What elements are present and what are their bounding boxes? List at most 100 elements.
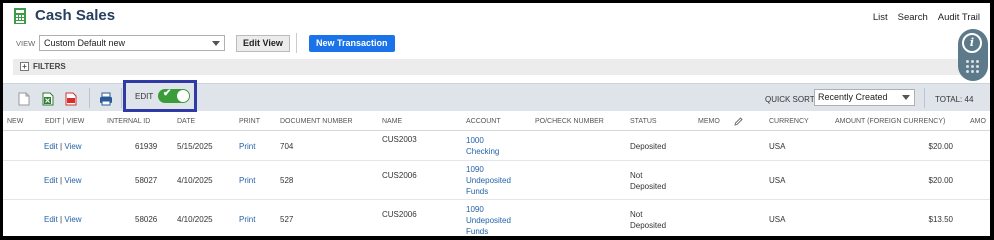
customer-name: CUS2003 [382, 135, 417, 144]
excel-export-icon[interactable] [42, 92, 54, 106]
account-line: 1090 [466, 205, 484, 214]
separator: | [60, 142, 63, 151]
account-link[interactable]: 1090 Undeposited Funds [466, 164, 511, 197]
customer-name: CUS2006 [382, 210, 417, 219]
table-row: Edit | View 58026 4/10/2025 Print 527 CU… [3, 200, 990, 236]
info-icon[interactable]: i [962, 33, 982, 53]
print-link[interactable]: Print [239, 176, 255, 185]
edit-link[interactable]: Edit [44, 142, 58, 151]
pdf-export-icon[interactable] [65, 92, 77, 106]
customer-name: CUS2006 [382, 171, 417, 180]
help-widget[interactable]: i [958, 29, 988, 81]
view-select-value: Custom Default new [44, 38, 126, 48]
table-row: Edit | View 61939 5/15/2025 Print 704 CU… [3, 131, 990, 161]
currency: USA [769, 176, 786, 185]
column-header-name[interactable]: NAME [382, 118, 402, 125]
printer-icon[interactable] [99, 92, 113, 106]
chevron-down-icon [902, 95, 910, 100]
divider [296, 33, 297, 53]
status-line: Deposited [630, 182, 667, 191]
document-number: 704 [280, 142, 294, 151]
account-line: 1090 [466, 165, 484, 174]
new-transaction-button[interactable]: New Transaction [309, 35, 395, 52]
check-icon: ✔ [163, 88, 172, 99]
edit-link[interactable]: Edit [44, 215, 58, 224]
account-link[interactable]: 1090 Undeposited Funds [466, 204, 511, 236]
status: Not Deposited [630, 170, 666, 192]
account-line: Undeposited [466, 176, 511, 185]
divider [89, 88, 90, 108]
internal-id: 58027 [135, 176, 158, 185]
amount-foreign-currency: $20.00 [928, 176, 953, 185]
edit-link[interactable]: Edit [44, 176, 58, 185]
view-label: VIEW [16, 39, 36, 48]
view-link[interactable]: View [64, 215, 81, 224]
print-link[interactable]: Print [239, 142, 255, 151]
total-count: TOTAL: 44 [935, 95, 974, 104]
grip-dots-icon[interactable] [966, 60, 980, 74]
currency: USA [769, 215, 786, 224]
edit-label: EDIT [135, 92, 154, 101]
internal-id: 58026 [135, 215, 158, 224]
title-bar: Cash Sales List Search Audit Trail [3, 3, 990, 31]
account-line: Funds [466, 227, 489, 236]
date: 4/10/2025 [177, 176, 213, 185]
column-header-account[interactable]: ACCOUNT [466, 118, 501, 125]
separator: | [60, 176, 63, 185]
csv-export-icon[interactable] [18, 92, 30, 106]
currency: USA [769, 142, 786, 151]
status: Deposited [630, 142, 667, 151]
divider [121, 88, 122, 108]
edit-mode-highlight: EDIT ✔ [123, 80, 197, 112]
pencil-icon[interactable] [734, 117, 743, 126]
column-header-currency[interactable]: CURRENCY [769, 118, 809, 125]
table-row: Edit | View 58027 4/10/2025 Print 528 CU… [3, 161, 990, 200]
column-header-date[interactable]: DATE [177, 118, 195, 125]
column-header-document-number[interactable]: DOCUMENT NUMBER [280, 118, 353, 125]
account-link[interactable]: 1000 Checking [466, 135, 499, 157]
expand-icon[interactable]: + [20, 62, 29, 71]
column-header-new[interactable]: NEW [7, 118, 23, 125]
toggle-knob [177, 90, 189, 102]
account-line: 1000 [466, 136, 484, 145]
view-link[interactable]: View [64, 142, 81, 151]
status: Not Deposited [630, 209, 666, 231]
view-select[interactable]: Custom Default new [39, 35, 225, 51]
separator: | [60, 215, 63, 224]
edit-toggle[interactable]: ✔ [158, 88, 190, 103]
quick-sort-select[interactable]: Recently Created [814, 89, 915, 106]
column-header-amount[interactable]: AMO [970, 118, 986, 125]
audit-trail-link[interactable]: Audit Trail [938, 12, 980, 23]
quick-sort-label: QUICK SORT [765, 95, 815, 104]
print-link[interactable]: Print [239, 215, 255, 224]
cash-sales-page-icon [14, 8, 26, 24]
filters-bar[interactable]: + FILTERS [13, 59, 963, 75]
account-line: Funds [466, 187, 489, 196]
status-line: Deposited [630, 221, 667, 230]
divider [924, 88, 925, 108]
view-controls: VIEW Custom Default new Edit View New Tr… [3, 33, 990, 55]
quick-sort-value: Recently Created [818, 92, 888, 102]
app-window: Cash Sales List Search Audit Trail VIEW … [3, 3, 990, 236]
date: 4/10/2025 [177, 215, 213, 224]
edit-view-button[interactable]: Edit View [236, 35, 290, 52]
status-line: Not [630, 171, 643, 180]
view-link[interactable]: View [64, 176, 81, 185]
document-number: 528 [280, 176, 294, 185]
column-header-edit-view: EDIT | VIEW [45, 118, 85, 125]
chevron-down-icon [212, 41, 220, 46]
status-line: Not [630, 210, 643, 219]
column-header-memo[interactable]: MEMO [698, 118, 720, 125]
filters-label: FILTERS [33, 62, 66, 71]
account-line: Checking [466, 147, 500, 156]
column-header-print[interactable]: PRINT [239, 118, 260, 125]
search-link[interactable]: Search [898, 12, 928, 23]
column-header-internal-id[interactable]: INTERNAL ID [107, 118, 150, 125]
date: 5/15/2025 [177, 142, 213, 151]
list-link[interactable]: List [873, 12, 888, 23]
internal-id: 61939 [135, 142, 158, 151]
column-header-amount-foreign-currency[interactable]: AMOUNT (FOREIGN CURRENCY) [835, 118, 945, 125]
column-header-status[interactable]: STATUS [630, 118, 657, 125]
amount-foreign-currency: $13.50 [928, 215, 953, 224]
column-header-po-check-number[interactable]: PO/CHECK NUMBER [535, 118, 604, 125]
